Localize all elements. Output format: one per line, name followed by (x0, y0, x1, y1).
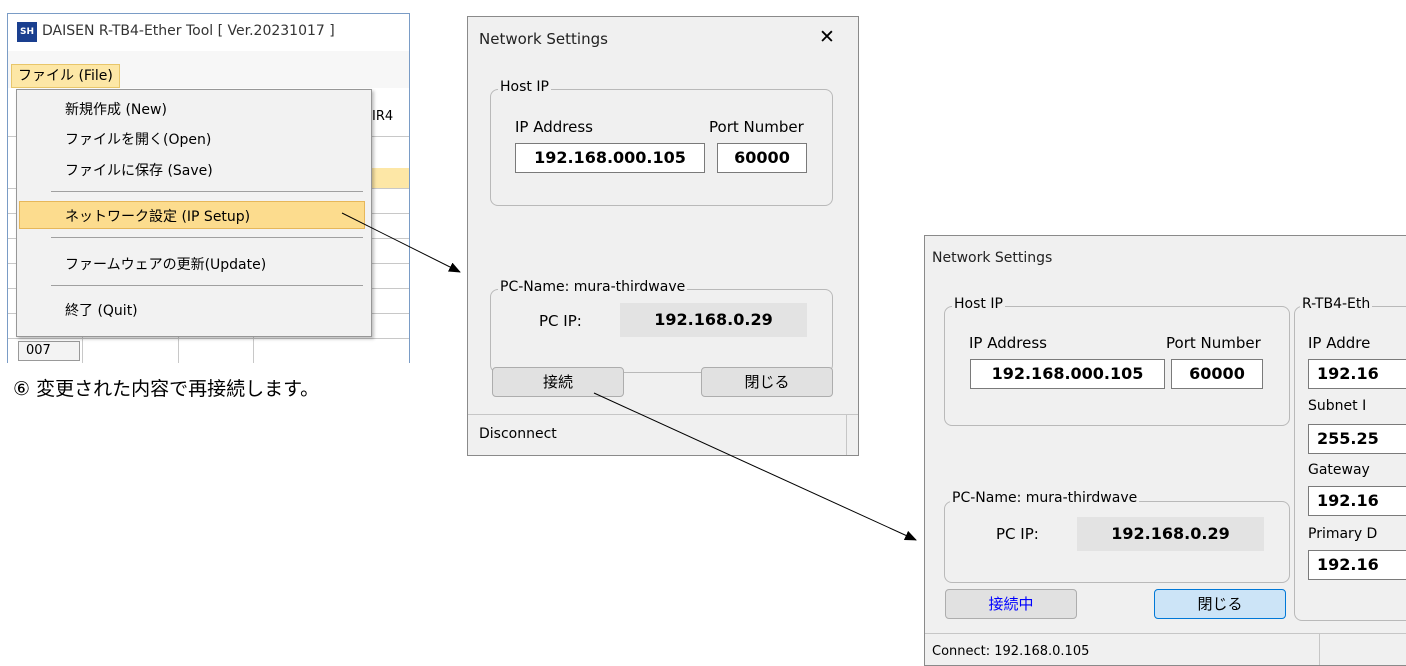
arrow-to-connected-dialog (593, 392, 917, 541)
connector-arrows (341, 212, 917, 541)
step-caption: ⑥ 変更された内容で再接続します。 (13, 378, 320, 400)
arrow-to-dialog (341, 212, 461, 273)
